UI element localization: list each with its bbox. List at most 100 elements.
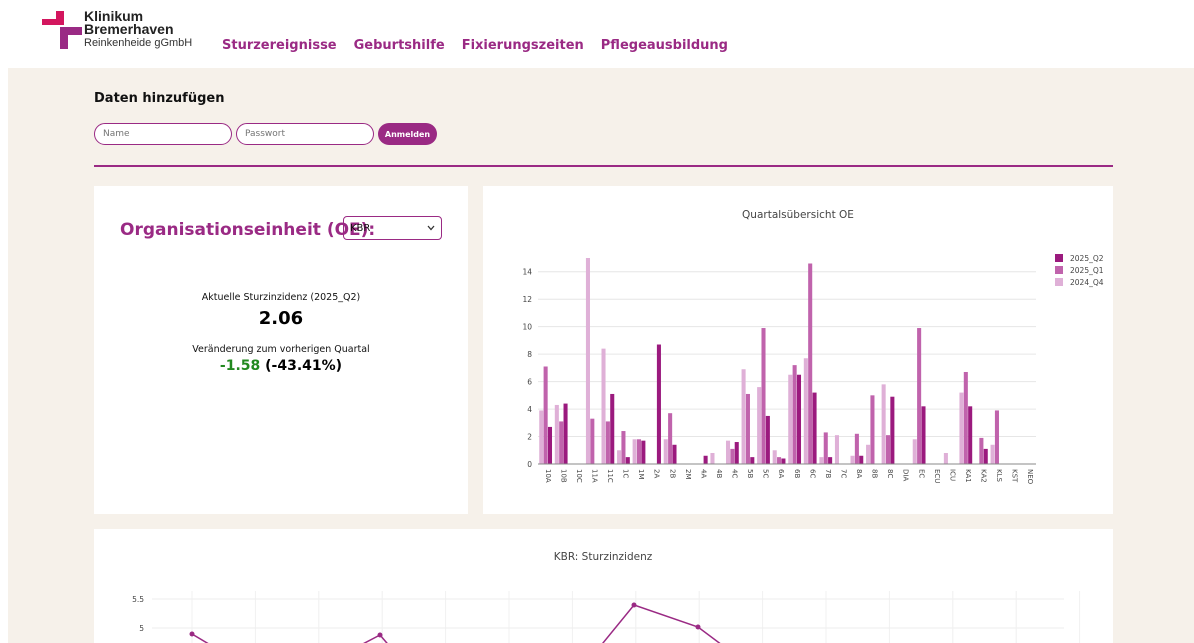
data-point — [695, 624, 701, 630]
password-input[interactable] — [236, 123, 374, 145]
x-tick-label: 8C — [886, 469, 894, 478]
bar — [621, 431, 626, 464]
x-tick-label: 1M — [637, 469, 645, 480]
bar — [656, 344, 661, 464]
add-data-title: Daten hinzufügen — [94, 91, 225, 106]
bar — [866, 444, 871, 464]
x-tick-label: 2M — [684, 469, 692, 480]
bar — [968, 406, 973, 464]
x-tick-label: 4C — [731, 469, 739, 478]
bar — [796, 374, 802, 464]
x-tick-label: 6A — [777, 469, 785, 478]
bar — [808, 263, 813, 464]
legend-label: 2025_Q1 — [1070, 266, 1104, 275]
bar — [819, 457, 824, 464]
oe-selected-value: KBR — [350, 222, 371, 234]
bar — [788, 374, 793, 464]
x-tick-label: 6B — [793, 469, 801, 478]
bar — [959, 392, 964, 464]
x-tick-label: 11A — [590, 469, 598, 483]
bar — [912, 439, 917, 464]
nav-geburtshilfe[interactable]: Geburtshilfe — [354, 38, 445, 53]
bar — [585, 258, 590, 464]
y-tick-label: 12 — [522, 295, 532, 304]
bar — [625, 457, 630, 464]
bar — [563, 403, 568, 464]
bar — [803, 358, 808, 464]
quarter-overview-card: Quartalsübersicht OE 0 2 4 6 8 10 12 14 10A 10B 10C… — [483, 186, 1113, 514]
legend-swatch — [1055, 266, 1063, 274]
change-value: -1.58 (-43.41%) — [94, 358, 468, 374]
bar — [765, 415, 770, 464]
x-tick-label: ECU — [933, 469, 941, 483]
bar — [745, 393, 750, 464]
x-tick-label: ICU — [948, 469, 956, 481]
bar — [921, 406, 926, 464]
bar — [605, 421, 610, 464]
bar — [834, 435, 839, 464]
klinikum-logo-icon[interactable] — [42, 11, 82, 49]
x-tick-label: 10B — [559, 469, 567, 483]
bar — [859, 455, 864, 464]
bar — [757, 387, 762, 464]
x-tick-label: KLS — [995, 469, 1003, 482]
bar — [730, 448, 735, 464]
legend-swatch — [1055, 278, 1063, 286]
nav-pflegeausbildung[interactable]: Pflegeausbildung — [601, 38, 728, 53]
bar — [703, 455, 708, 464]
oe-label: Organisationseinheit (OE): — [120, 220, 376, 240]
main-nav: Sturzereignisse Geburtshilfe Fixierungsz… — [222, 38, 728, 53]
oe-select[interactable]: KBR — [343, 216, 442, 240]
chevron-down-icon — [427, 225, 435, 231]
chart-title: KBR: Sturzinzidenz — [554, 551, 653, 563]
bar — [823, 432, 828, 464]
bar — [761, 328, 766, 464]
bar — [979, 437, 984, 464]
brand-name: Klinikum Bremerhaven Reinkenheide gGmbH — [84, 9, 192, 50]
x-tick-label: 4B — [715, 469, 723, 478]
x-tick-label: 7C — [839, 469, 847, 478]
bar — [750, 457, 755, 464]
login-button[interactable]: Anmelden — [378, 123, 437, 145]
bar — [828, 457, 833, 464]
bar — [668, 413, 673, 464]
x-tick-label: 5C — [762, 469, 770, 478]
bar — [881, 384, 886, 464]
bar — [590, 418, 595, 464]
bar — [781, 458, 786, 464]
bar — [632, 439, 637, 464]
data-point — [189, 631, 195, 637]
header: Klinikum Bremerhaven Reinkenheide gGmbH … — [0, 0, 1194, 68]
nav-fixierungszeiten[interactable]: Fixierungszeiten — [462, 38, 584, 53]
bar — [539, 410, 544, 464]
current-incidence-value: 2.06 — [258, 308, 304, 329]
x-tick-label: 11C — [606, 469, 614, 483]
x-tick-label: 1C — [622, 469, 630, 478]
y-tick-label: 5 — [139, 624, 144, 633]
x-tick-label: 8A — [855, 469, 863, 478]
bar — [812, 392, 817, 464]
bar — [854, 433, 859, 464]
nav-sturzereignisse[interactable]: Sturzereignisse — [222, 38, 337, 53]
bar — [636, 439, 642, 464]
x-tick-label: KA1 — [964, 469, 972, 483]
current-incidence-label: Aktuelle Sturzinzidenz (2025_Q2) — [201, 292, 361, 303]
y-tick-label: 10 — [522, 323, 532, 332]
name-input[interactable] — [94, 123, 232, 145]
y-tick-label: 4 — [527, 405, 532, 414]
bar — [917, 328, 922, 464]
legend-label: 2024_Q4 — [1070, 278, 1104, 287]
section-divider — [94, 165, 1113, 167]
x-tick-label: 2B — [668, 469, 676, 478]
bar — [963, 371, 968, 464]
bar — [870, 395, 875, 464]
change-absolute: -1.58 — [219, 358, 261, 374]
x-tick-label: 10A — [544, 469, 552, 483]
y-tick-label: 14 — [522, 268, 532, 277]
x-tick-label: 4A — [699, 469, 707, 478]
bar — [983, 448, 988, 464]
bar — [554, 404, 559, 464]
x-tick-label: 8B — [871, 469, 879, 478]
bar — [772, 450, 777, 464]
bar — [777, 457, 782, 464]
